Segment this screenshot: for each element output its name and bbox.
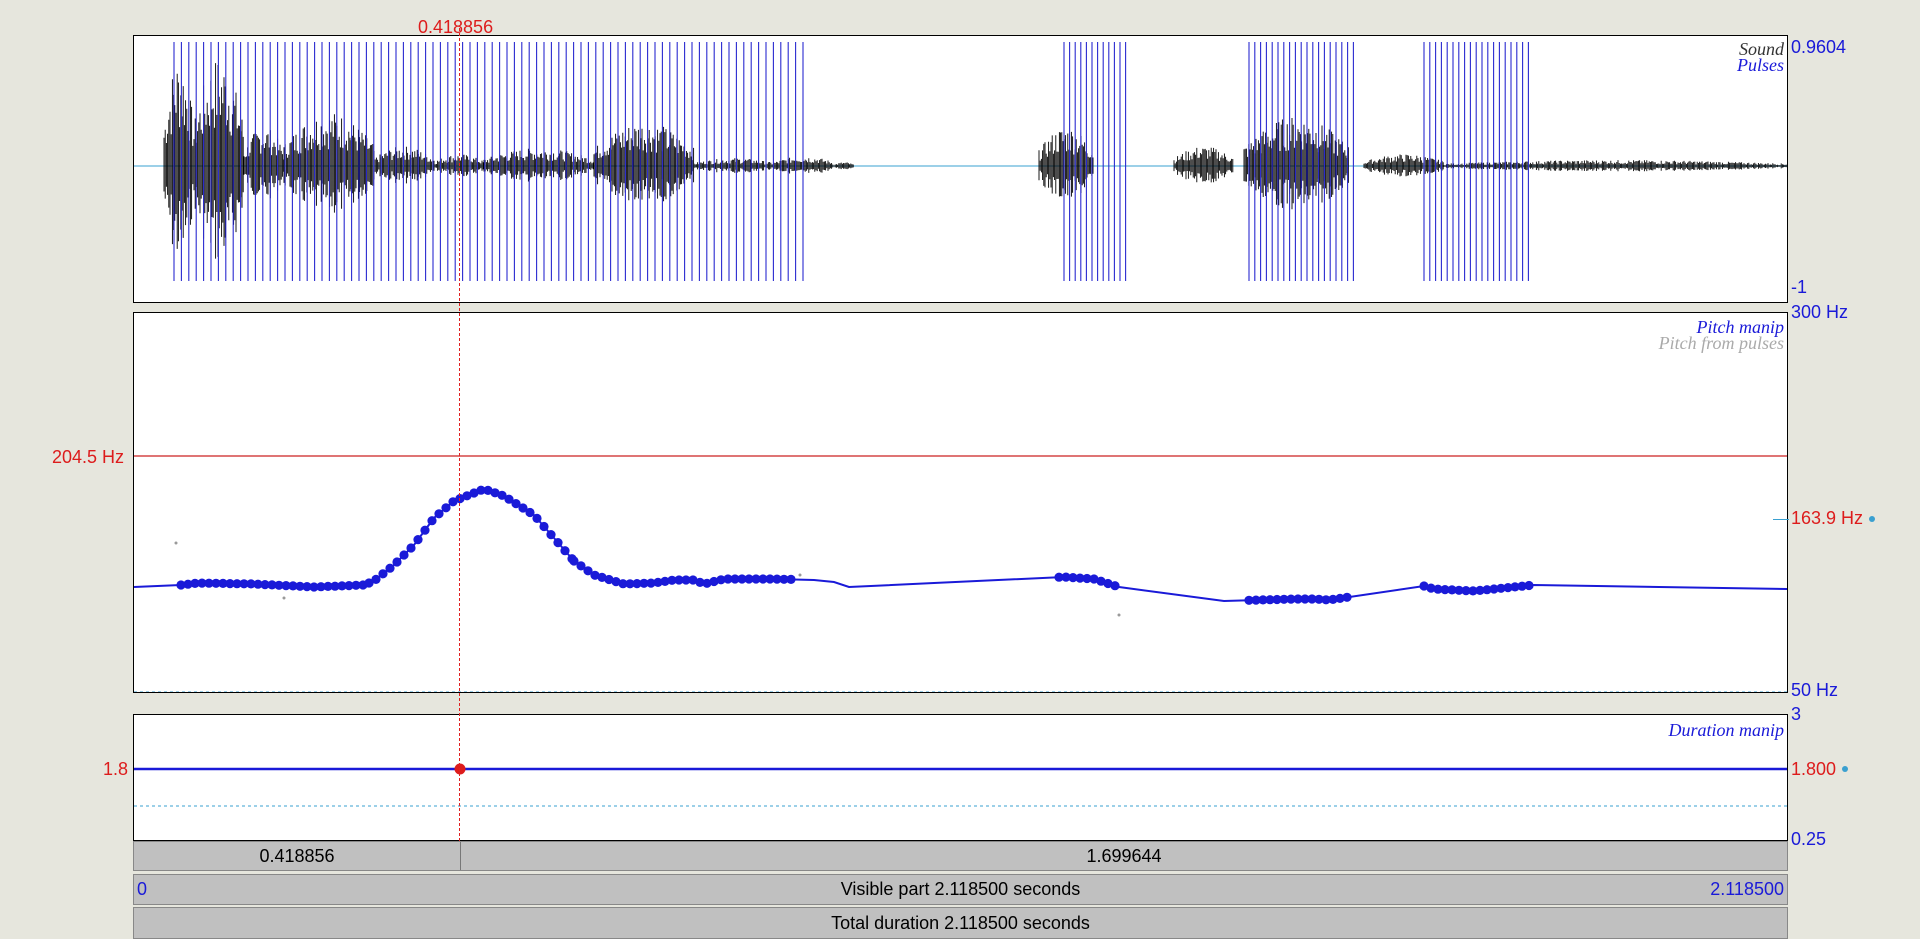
duration-marker-icon [1842, 766, 1848, 772]
pitch-contour [134, 487, 1787, 603]
sound-waveform-plot[interactable] [134, 36, 1788, 303]
duration-left-value-label: 1.8 [103, 759, 129, 779]
duration-right-value-label: 1.800 [1791, 759, 1837, 779]
pulses-tier-label: Pulses [1737, 55, 1784, 75]
total-duration-bar[interactable]: Total duration 2.118500 seconds [133, 907, 1788, 939]
pitch-pane[interactable]: Pitch manip Pitch from pulses [133, 312, 1788, 693]
selection-left-segment[interactable]: 0.418856 [134, 842, 460, 870]
duration-pane[interactable]: Duration manip [133, 714, 1788, 841]
pitch-point [441, 503, 451, 513]
pitch-point [399, 550, 409, 560]
pitch-plot[interactable] [134, 313, 1788, 693]
pitch-point [1342, 592, 1352, 602]
pitch-point [546, 530, 556, 540]
duration-manip-tier-label: Duration manip [1668, 720, 1784, 740]
pitch-point [560, 546, 570, 556]
pitch-point [420, 525, 430, 535]
pitch-mean-label: 163.9 Hz [1791, 508, 1864, 528]
pitch-cursor-value-label: 204.5 Hz [52, 447, 125, 467]
duration-top-label: 3 [1791, 704, 1802, 724]
pitch-point [525, 507, 535, 518]
pitch-mean-marker-icon [1869, 516, 1875, 522]
pitch-point [434, 509, 444, 519]
pitch-top-label: 300 Hz [1791, 302, 1849, 322]
visible-part-text: Visible part 2.118500 seconds [840, 879, 1081, 899]
duration-plot[interactable] [134, 715, 1788, 841]
pitch-point [532, 513, 542, 523]
pitch-point [539, 521, 549, 532]
pitch-pulse-point [174, 541, 178, 545]
pitch-pulse-point [282, 596, 286, 600]
pitch-point [385, 563, 395, 573]
pitch-bottom-label: 50 Hz [1791, 680, 1839, 700]
sound-waveform [163, 63, 1787, 259]
pitch-point [406, 543, 416, 553]
pitch-pulse-point [1117, 613, 1121, 617]
pitch-point [786, 574, 796, 584]
duration-point [454, 763, 466, 775]
sound-pane[interactable]: Sound Pulses [133, 35, 1788, 303]
selection-bar[interactable]: 0.418856 1.699644 [133, 841, 1788, 871]
sound-ymin-label: -1 [1791, 277, 1808, 297]
pitch-point [392, 557, 402, 567]
pitch-point [553, 538, 563, 548]
selection-right-segment[interactable]: 1.699644 [461, 842, 1787, 870]
sound-ymax-label: 0.9604 [1791, 37, 1847, 57]
visible-part-bar[interactable]: 0 Visible part 2.118500 seconds 2.118500 [133, 874, 1788, 905]
duration-bottom-label: 0.25 [1791, 829, 1827, 849]
visible-end-label: 2.118500 [1710, 879, 1784, 899]
pitch-point [1524, 580, 1534, 591]
pitch-point [413, 535, 423, 545]
total-duration-text: Total duration 2.118500 seconds [831, 912, 1090, 933]
pitch-from-pulses-tier-label: Pitch from pulses [1658, 333, 1784, 353]
pitch-mean-tick [1773, 519, 1789, 520]
pitch-point [1110, 581, 1120, 591]
pitch-pulse-point [798, 573, 802, 577]
pitch-point [427, 516, 437, 526]
